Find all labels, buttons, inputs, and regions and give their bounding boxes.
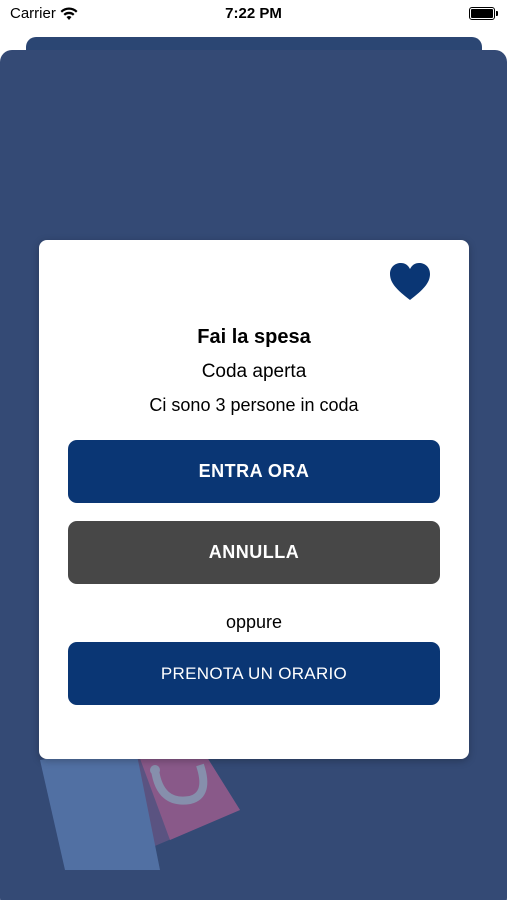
enter-now-button[interactable]: ENTRA ORA <box>68 440 440 503</box>
cancel-button[interactable]: ANNULLA <box>68 521 440 584</box>
status-bar: Carrier 7:22 PM <box>0 0 507 32</box>
or-separator: oppure <box>225 612 283 632</box>
book-time-button[interactable]: PRENOTA UN ORARIO <box>68 642 440 705</box>
queue-dialog: Fai la spesa Coda aperta Ci sono 3 perso… <box>39 240 469 759</box>
dialog-title: Fai la spesa <box>197 326 311 348</box>
battery-icon <box>469 7 498 20</box>
queue-status: Coda aperta <box>201 361 307 382</box>
status-time: 7:22 PM <box>225 5 282 22</box>
queue-count: Ci sono 3 persone in coda <box>149 395 359 415</box>
heart-icon[interactable] <box>389 262 431 302</box>
